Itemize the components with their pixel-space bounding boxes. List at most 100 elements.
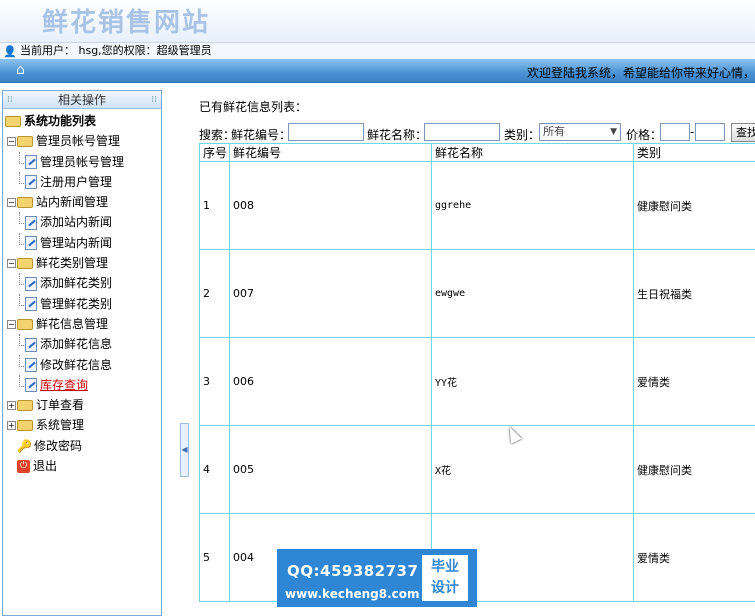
tree-item-registered-users[interactable]: 注册用户管理 bbox=[3, 171, 161, 192]
cell-name: YY花 bbox=[431, 337, 634, 426]
grip-icon: ⁞⁞ bbox=[151, 95, 157, 105]
collapse-icon[interactable]: − bbox=[7, 259, 16, 269]
price-label: 价格： bbox=[626, 128, 663, 142]
edit-doc-icon bbox=[25, 276, 37, 291]
tree-root-label: 系统功能列表 bbox=[24, 114, 97, 128]
tree-group-label: 站内新闻管理 bbox=[36, 195, 109, 210]
chevron-down-icon: ▼ bbox=[610, 127, 617, 137]
edit-doc-icon bbox=[25, 236, 37, 251]
col-header-index: 序号 bbox=[199, 143, 230, 162]
name-label: 鲜花名称： bbox=[367, 128, 428, 142]
collapse-icon[interactable]: − bbox=[7, 137, 16, 147]
table-row[interactable]: 3 006 YY花 爱情类 bbox=[199, 337, 755, 426]
cell-category: 爱情类 bbox=[633, 337, 755, 426]
tree-item-manage-news[interactable]: 管理站内新闻 bbox=[3, 232, 161, 253]
edit-doc-icon bbox=[25, 337, 37, 352]
folder-open-icon bbox=[17, 197, 33, 209]
cell-name: X花 bbox=[431, 425, 634, 514]
tree-group-label: 鲜花信息管理 bbox=[36, 316, 109, 331]
search-button[interactable]: 查找 bbox=[731, 123, 755, 142]
cell-category: 健康慰问类 bbox=[633, 425, 755, 514]
tree-item-stock-query[interactable]: 库存查询 bbox=[3, 374, 161, 395]
table-row[interactable]: 1 008 ggrehe 健康慰问类 bbox=[199, 161, 755, 250]
flower-name-input[interactable] bbox=[424, 123, 500, 141]
watermark-badge: 毕业 设计 bbox=[422, 555, 468, 601]
user-info: 当前用户： hsg,您的权限：超级管理员 bbox=[20, 44, 212, 57]
tree-item-add-flower[interactable]: 添加鲜花信息 bbox=[3, 334, 161, 354]
table-header-row: 序号 鲜花编号 鲜花名称 类别 bbox=[199, 143, 755, 162]
cell-code: 005 bbox=[229, 425, 432, 514]
tree-item-manage-category[interactable]: 管理鲜花类别 bbox=[3, 293, 161, 314]
tree-item-admin-accounts[interactable]: 管理员帐号管理 bbox=[3, 151, 161, 172]
table-row[interactable]: 4 005 X花 健康慰问类 bbox=[199, 425, 755, 514]
col-header-name: 鲜花名称 bbox=[431, 143, 634, 162]
cell-category: 生日祝福类 bbox=[633, 249, 755, 338]
user-icon: 👤 bbox=[3, 45, 17, 58]
tree-group-flower-info[interactable]: − 鲜花信息管理 bbox=[3, 314, 161, 334]
sidebar-collapse-handle[interactable]: ◀ bbox=[180, 423, 189, 477]
watermark-url: www.kecheng8.com bbox=[285, 587, 420, 601]
col-header-category: 类别 bbox=[633, 143, 755, 162]
cell-code: 007 bbox=[229, 249, 432, 338]
tree-item-label: 添加鲜花类别 bbox=[40, 276, 113, 291]
collapse-icon[interactable]: − bbox=[7, 319, 16, 329]
folder-open-icon bbox=[5, 116, 21, 127]
key-icon: 🔑 bbox=[17, 438, 32, 453]
site-header: 鲜花销售网站 bbox=[0, 0, 755, 42]
collapse-icon[interactable]: − bbox=[7, 198, 16, 208]
edit-doc-icon bbox=[25, 297, 37, 312]
tree-group-news[interactable]: − 站内新闻管理 bbox=[3, 192, 161, 212]
user-bar: 👤 当前用户： hsg,您的权限：超级管理员 bbox=[0, 42, 755, 59]
watermark: QQ:459382737 www.kecheng8.com 毕业 设计 bbox=[277, 549, 477, 607]
cell-index: 1 bbox=[199, 161, 230, 250]
tree-group-label: 订单查看 bbox=[36, 398, 85, 413]
tree-item-edit-flower[interactable]: 修改鲜花信息 bbox=[3, 354, 161, 375]
tree-item-label: 退出 bbox=[33, 459, 58, 474]
cell-category: 健康慰问类 bbox=[633, 161, 755, 250]
cell-name: ggrehe bbox=[431, 161, 634, 250]
tree-group-system[interactable]: + 系统管理 bbox=[3, 415, 161, 435]
tree-group-flower-category[interactable]: − 鲜花类别管理 bbox=[3, 253, 161, 273]
tree-item-label: 管理员帐号管理 bbox=[40, 154, 125, 169]
tree-group-label: 管理员帐号管理 bbox=[36, 134, 121, 149]
cell-category: 爱情类 bbox=[633, 513, 755, 602]
expand-icon[interactable]: + bbox=[7, 421, 16, 431]
cell-index: 4 bbox=[199, 425, 230, 514]
tree-root[interactable]: 系统功能列表 bbox=[3, 111, 161, 131]
expand-icon[interactable]: + bbox=[7, 401, 16, 411]
edit-doc-icon bbox=[25, 358, 37, 373]
tree-group-admin[interactable]: − 管理员帐号管理 bbox=[3, 131, 161, 151]
cell-index: 2 bbox=[199, 249, 230, 338]
list-title: 已有鲜花信息列表： bbox=[199, 100, 308, 114]
tree-group-orders[interactable]: + 订单查看 bbox=[3, 395, 161, 415]
tree-group-label: 鲜花类别管理 bbox=[36, 256, 109, 271]
edit-doc-icon bbox=[25, 175, 37, 190]
tree-group-label: 系统管理 bbox=[36, 418, 85, 433]
code-label: 鲜花编号： bbox=[231, 128, 292, 142]
folder-icon bbox=[17, 420, 33, 432]
nav-bar: ⌂ 欢迎登陆我系统，希望能给你带来好心情， bbox=[0, 59, 755, 83]
flower-code-input[interactable] bbox=[288, 123, 364, 141]
search-label: 搜索： bbox=[199, 128, 236, 142]
price-min-input[interactable] bbox=[660, 123, 690, 141]
tree-item-label: 管理站内新闻 bbox=[40, 235, 113, 250]
price-max-input[interactable] bbox=[695, 123, 725, 141]
edit-doc-icon bbox=[25, 155, 37, 170]
sidebar-title: 相关操作 bbox=[57, 93, 106, 107]
cell-index: 5 bbox=[199, 513, 230, 602]
tree-item-label: 管理鲜花类别 bbox=[40, 296, 113, 311]
tree-item-add-category[interactable]: 添加鲜花类别 bbox=[3, 273, 161, 293]
tree-item-change-password[interactable]: 🔑 修改密码 bbox=[3, 436, 161, 456]
folder-open-icon bbox=[17, 136, 33, 148]
tree-item-logout[interactable]: ⏻ 退出 bbox=[3, 456, 161, 476]
tree-item-add-news[interactable]: 添加站内新闻 bbox=[3, 212, 161, 232]
power-icon: ⏻ bbox=[17, 460, 30, 474]
folder-icon bbox=[17, 400, 33, 412]
category-label: 类别： bbox=[504, 128, 541, 142]
grip-icon: ⁞⁞ bbox=[7, 95, 13, 105]
table-row[interactable]: 2 007 ewgwe 生日祝福类 bbox=[199, 249, 755, 338]
category-select[interactable]: 所有 ▼ bbox=[539, 123, 621, 141]
cell-name: ewgwe bbox=[431, 249, 634, 338]
edit-doc-icon bbox=[25, 378, 37, 393]
home-icon[interactable]: ⌂ bbox=[16, 62, 25, 78]
